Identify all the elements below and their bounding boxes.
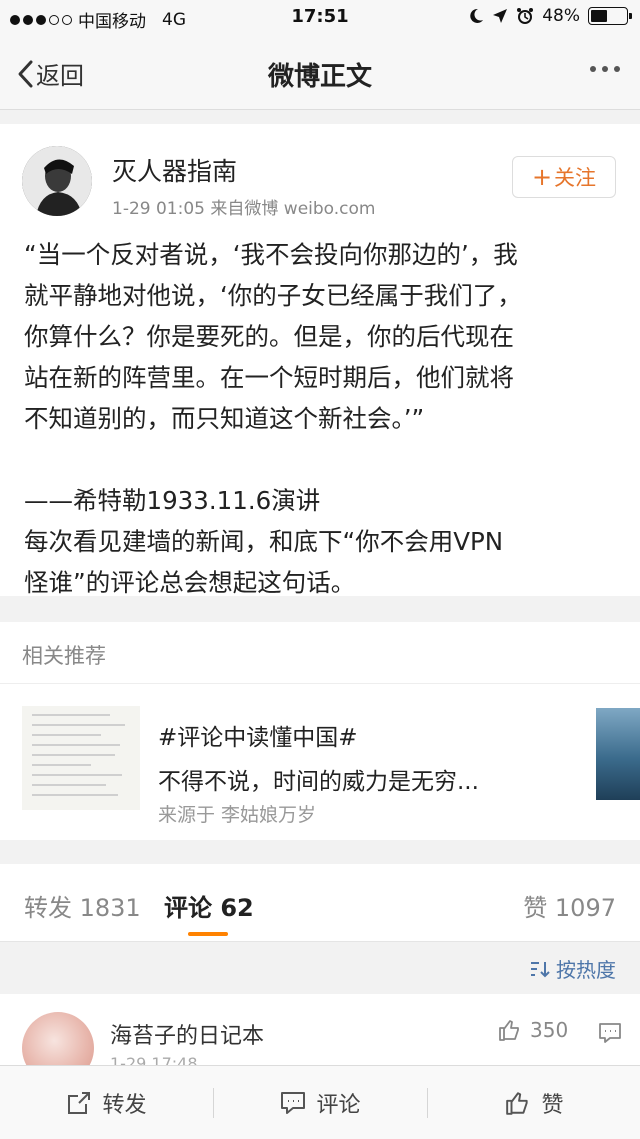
post-line [24, 439, 620, 480]
comment-like-count: 350 [530, 1018, 569, 1042]
like-label: 赞 [541, 1093, 564, 1118]
comment-button[interactable]: 评论 [214, 1066, 427, 1139]
comment-avatar[interactable] [22, 1012, 94, 1070]
post-line: 怪谁”的评论总会想起这句话。 [24, 568, 356, 597]
post-line: “当一个反对者说，‘我不会投向你那边的’，我 [24, 240, 518, 269]
comment-username[interactable]: 海苔子的日记本 [110, 1018, 264, 1050]
thumbs-up-icon [499, 1020, 519, 1041]
related-source: 来源于 李姑娘万岁 [158, 804, 317, 826]
post-line: ——希特勒1933.11.6演讲 [24, 486, 321, 515]
moon-icon [470, 8, 484, 23]
post-card: 灭人器指南 1-29 01:05 来自微博 weibo.com + 关注 “当一… [0, 124, 640, 597]
sort-by-hot-button[interactable]: 按热度 [530, 954, 616, 983]
author-name[interactable]: 灭人器指南 [112, 152, 237, 188]
avatar-image [22, 146, 92, 216]
location-arrow-icon [493, 9, 508, 23]
battery-icon [588, 7, 632, 25]
plus-icon: + [531, 163, 553, 191]
share-icon [68, 1092, 91, 1114]
status-bar: 中国移动 4G 17:51 48% [0, 0, 640, 36]
comment-item: 海苔子的日记本 1-29 17:48 350 [0, 994, 640, 1070]
post-meta: 1-29 01:05 来自微博 weibo.com [112, 199, 376, 219]
comment-label: 评论 [316, 1093, 361, 1118]
repost-label: 转发 [102, 1093, 147, 1118]
more-dots-icon [590, 66, 596, 72]
comment-icon [281, 1092, 306, 1114]
tab-like[interactable]: 赞 1097 [523, 888, 616, 923]
related-card[interactable]: #评论中读懂中国# 不得不说，时间的威力是无穷... 来源于 李姑娘万岁 [0, 684, 640, 840]
related-title: #评论中读懂中国# [158, 725, 358, 751]
page-title: 微博正文 [267, 62, 372, 92]
post-line: 每次看见建墙的新闻，和底下“你不会用VPN [24, 527, 504, 556]
related-thumbnail [22, 706, 140, 810]
post-line: 你算什么？你是要死的。但是，你的后代现在 [24, 322, 514, 351]
post-line: 站在新的阵营里。在一个短时期后，他们就将 [24, 363, 514, 392]
battery-percent: 48% [542, 6, 580, 26]
follow-label: 关注 [554, 166, 597, 190]
alarm-icon [517, 8, 534, 24]
comment-like-button[interactable]: 350 [498, 1018, 568, 1042]
status-right: 48% [468, 6, 632, 26]
follow-button[interactable]: + 关注 [512, 156, 616, 198]
related-next-thumbnail[interactable] [596, 708, 640, 800]
more-options-button[interactable] [590, 58, 620, 80]
related-header: 相关推荐 [0, 622, 640, 684]
sort-label: 按热度 [556, 958, 616, 982]
post-line: 不知道别的，而只知道这个新社会。’” [24, 404, 425, 433]
sort-row: 按热度 [0, 942, 640, 994]
tab-bar: 转发 1831 评论 62 赞 1097 [0, 864, 640, 942]
like-button[interactable]: 赞 [428, 1066, 640, 1139]
sort-icon [531, 961, 550, 977]
related-header-label: 相关推荐 [22, 644, 106, 668]
bottom-action-bar: 转发 评论 赞 [0, 1065, 640, 1139]
post-line: 就平静地对他说，‘你的子女已经属于我们了， [24, 281, 522, 310]
post-body: “当一个反对者说，‘我不会投向你那边的’，我 就平静地对他说，‘你的子女已经属于… [24, 234, 620, 603]
nav-bar: 返回 微博正文 [0, 36, 640, 110]
thumbs-up-icon [506, 1092, 529, 1115]
repost-button[interactable]: 转发 [0, 1066, 213, 1139]
tab-repost[interactable]: 转发 1831 [24, 888, 141, 923]
tab-comment[interactable]: 评论 62 [164, 888, 254, 923]
comment-reply-button[interactable] [598, 1022, 622, 1048]
tab-active-indicator [188, 932, 228, 936]
comment-bubble-icon [599, 1023, 621, 1043]
related-desc: 不得不说，时间的威力是无穷... [158, 769, 479, 795]
author-avatar[interactable] [22, 146, 92, 216]
